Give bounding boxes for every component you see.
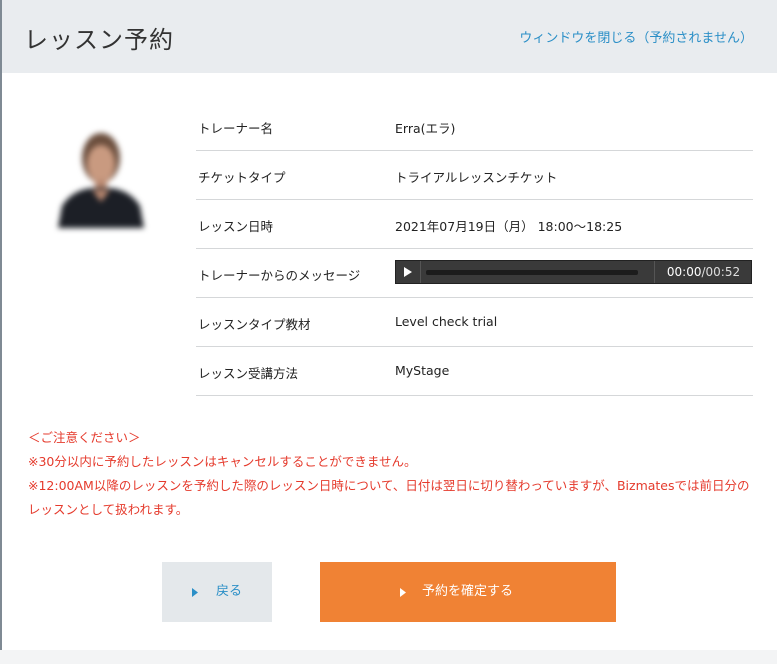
lesson-material-value: Level check trial [395,314,498,329]
audio-player: 00:00/00:52 [395,260,752,284]
audio-time-display: 00:00/00:52 [654,261,752,283]
audio-progress-track[interactable] [426,270,638,275]
lesson-method-label: レッスン受講方法 [198,366,299,381]
trainer-name-label: トレーナー名 [198,121,274,136]
audio-duration: 00:52 [705,265,741,279]
info-row-trainer: トレーナー名 Erra(エラ) [196,102,753,151]
trainer-avatar [58,133,144,228]
info-row-ticket: チケットタイプ トライアルレッスンチケット [196,151,753,200]
back-button-label: 戻る [216,584,243,599]
window-edge [0,0,2,664]
audio-current-time: 00:00 [666,265,702,279]
close-window-link[interactable]: ウィンドウを閉じる（予約されません） [519,27,753,46]
triangle-right-icon [192,588,198,597]
modal-bottom-edge [0,650,777,664]
lesson-datetime-label: レッスン日時 [198,219,274,234]
triangle-right-icon [400,588,406,597]
lesson-datetime-value: 2021年07月19日（月） 18:00〜18:25 [395,219,623,234]
notice-heading: ＜ご注意ください＞ [28,430,141,445]
page-title: レッスン予約 [24,26,174,54]
play-button[interactable] [396,261,421,283]
play-icon [404,267,412,277]
info-row-material: レッスンタイプ教材 Level check trial [196,298,753,347]
confirm-reservation-button[interactable]: 予約を確定する [320,562,616,622]
modal-header: レッスン予約 ウィンドウを閉じる（予約されません） [2,0,777,73]
ticket-type-label: チケットタイプ [198,170,286,185]
info-row-method: レッスン受講方法 MyStage [196,347,753,396]
lesson-material-label: レッスンタイプ教材 [198,317,311,332]
notice-block: ＜ご注意ください＞ ※30分以内に予約したレッスンはキャンセルすることができませ… [28,426,758,522]
trainer-message-label: トレーナーからのメッセージ [198,268,361,283]
trainer-name-value: Erra(エラ) [395,121,456,136]
lesson-method-value: MyStage [395,363,450,378]
back-button[interactable]: 戻る [162,562,272,622]
info-row-datetime: レッスン日時 2021年07月19日（月） 18:00〜18:25 [196,200,753,249]
confirm-button-label: 予約を確定する [422,584,514,599]
lesson-info-table: トレーナー名 Erra(エラ) チケットタイプ トライアルレッスンチケット レッ… [196,102,753,396]
ticket-type-value: トライアルレッスンチケット [395,170,558,185]
notice-line-date: ※12:00AM以降のレッスンを予約した際のレッスン日時について、日付は翌日に切… [28,478,750,517]
notice-line-cancel: ※30分以内に予約したレッスンはキャンセルすることができません。 [28,454,417,469]
